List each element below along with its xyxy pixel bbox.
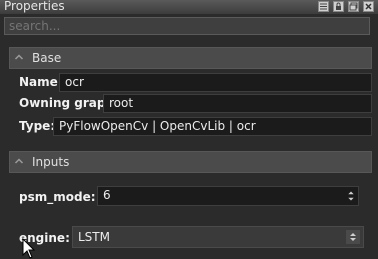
search-input[interactable] xyxy=(4,17,370,35)
owning-graph-field[interactable]: root xyxy=(103,94,372,113)
section-label: Inputs xyxy=(32,155,70,169)
base-section-header[interactable]: Base xyxy=(9,47,372,69)
settings-icon[interactable] xyxy=(318,1,329,12)
psm-mode-stepper[interactable]: 6 xyxy=(97,186,359,206)
name-label: Name: xyxy=(19,75,63,89)
type-field[interactable]: PyFlowOpenCv | OpenCvLib | ocr xyxy=(53,117,372,136)
spin-arrows-icon[interactable] xyxy=(344,187,358,205)
close-icon[interactable] xyxy=(363,1,374,12)
combo-arrows-icon xyxy=(346,230,360,244)
inputs-section-header[interactable]: Inputs xyxy=(9,151,372,173)
chevron-up-icon xyxy=(14,158,24,164)
chevron-up-icon xyxy=(14,54,24,60)
psm-mode-label: psm_mode: xyxy=(19,190,96,204)
engine-value: LSTM xyxy=(78,230,110,244)
window-title: Properties xyxy=(4,0,65,13)
lock-icon[interactable] xyxy=(333,1,344,12)
section-label: Base xyxy=(32,51,62,65)
float-icon[interactable] xyxy=(348,1,359,12)
type-label: Type: xyxy=(19,119,56,133)
name-field[interactable]: ocr xyxy=(59,73,372,92)
engine-select[interactable]: LSTM xyxy=(72,226,364,248)
psm-mode-value: 6 xyxy=(103,188,111,202)
properties-titlebar: Properties xyxy=(0,0,378,14)
mouse-cursor-icon xyxy=(22,238,36,259)
